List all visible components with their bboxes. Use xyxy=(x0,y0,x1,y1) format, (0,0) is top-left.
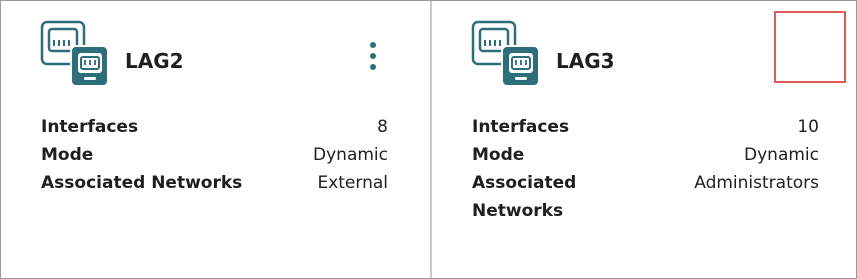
property-row-associated-networks: Associated Networks Administrators xyxy=(472,169,819,225)
property-row-mode: Mode Dynamic xyxy=(41,141,388,169)
property-label: Mode xyxy=(41,145,94,165)
property-label: Interfaces xyxy=(41,117,139,137)
property-label: Associated Networks xyxy=(41,173,243,193)
property-row-interfaces: Interfaces 8 xyxy=(41,113,388,141)
lag-card-lag2[interactable]: LAG2 Interfaces 8 Mode Dynamic Associate… xyxy=(1,1,430,278)
property-label: Mode xyxy=(472,145,525,165)
property-label: Interfaces xyxy=(472,117,570,137)
property-label: Associated Networks xyxy=(472,173,577,221)
property-value: 10 xyxy=(797,117,819,137)
card-title: LAG3 xyxy=(556,49,615,73)
property-row-associated-networks: Associated Networks External xyxy=(41,169,388,197)
property-row-mode: Mode Dynamic xyxy=(472,141,819,169)
kebab-menu-icon[interactable] xyxy=(364,41,382,71)
property-value: Dynamic xyxy=(313,145,388,165)
card-properties: Interfaces 8 Mode Dynamic Associated Net… xyxy=(41,113,388,197)
property-value: 8 xyxy=(377,117,388,137)
property-value: External xyxy=(317,173,388,193)
property-value: Administrators xyxy=(694,173,819,193)
property-row-interfaces: Interfaces 10 xyxy=(472,113,819,141)
lag-card-lag3[interactable]: LAG3 Interfaces 10 Mode Dynamic Associat… xyxy=(430,1,856,278)
lag-card-grid: LAG2 Interfaces 8 Mode Dynamic Associate… xyxy=(0,0,857,279)
card-title: LAG2 xyxy=(125,49,184,73)
card-properties: Interfaces 10 Mode Dynamic Associated Ne… xyxy=(472,113,819,225)
menu-highlight-box[interactable] xyxy=(774,11,846,83)
lag-ports-icon xyxy=(471,20,540,87)
lag-ports-icon xyxy=(40,20,109,87)
property-value: Dynamic xyxy=(744,145,819,165)
